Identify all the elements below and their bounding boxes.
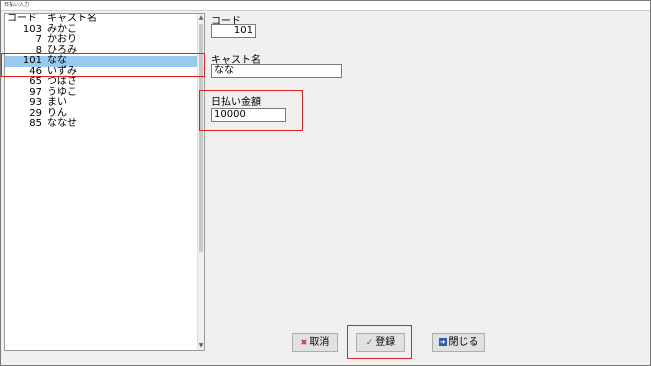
close-label: 閉じる [448,337,479,348]
list-item-name: ななせ [47,118,77,129]
close-door-icon: ➜ [438,338,447,346]
list-item[interactable]: 93 まい [5,97,204,109]
x-icon: ✖ [300,338,308,347]
amount-label: 日払い金額 [211,97,261,108]
list-header-code: コード [7,13,37,24]
list-header-name: キャスト名 [47,13,97,24]
list-item-name: かおり [47,34,77,45]
amount-field[interactable]: 10000 [211,108,286,122]
list-rows: 103 みかこ 7 かおり 8 ひろみ 101 なな 46 いずみ 65 つばさ 97 うゆこ 93 まい 29… [5,24,204,130]
list-item[interactable]: 85 ななせ [5,118,204,130]
cancel-button[interactable]: ✖ 取消 [292,333,338,352]
check-icon: ✓ [365,338,374,348]
title-bar: 日払い入力 [1,1,650,11]
list-header: コード キャスト名 [5,14,204,25]
scroll-down-icon[interactable]: ▼ [198,342,204,350]
list-item[interactable]: 103 みかこ [5,24,204,36]
window-title: 日払い入力 [4,2,30,8]
list-item-code: 65 [29,76,42,87]
close-button[interactable]: ➜ 閉じる [432,333,485,352]
list-item-code: 93 [29,97,42,108]
list-item-code: 85 [29,118,42,129]
selected-row-highlight [1,53,205,77]
list-item-name: まい [47,97,67,108]
list-item-code: 7 [35,34,42,45]
code-field[interactable]: 101 [211,24,256,38]
app-window: 日払い入力 コード キャスト名 103 みかこ 7 かおり 8 ひろみ 101 なな 46 いずみ… [0,0,651,366]
list-item-name: つばさ [47,76,77,87]
register-button[interactable]: ✓ 登録 [356,333,405,352]
cast-name-field[interactable]: なな [211,64,342,78]
cancel-label: 取消 [309,337,330,348]
register-label: 登録 [375,337,396,348]
scroll-up-icon[interactable]: ▲ [198,14,204,22]
list-item[interactable]: 65 つばさ [5,76,204,88]
list-item[interactable]: 7 かおり [5,34,204,46]
